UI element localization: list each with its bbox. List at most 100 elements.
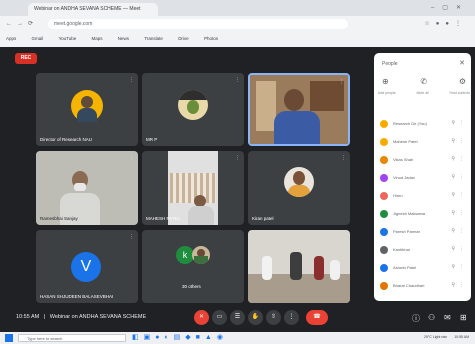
- panel-action-labels: Add people Mute all Host controls: [378, 91, 470, 95]
- more-icon[interactable]: ⚲⋮: [451, 174, 468, 180]
- more-icon[interactable]: ⚲⋮: [451, 210, 468, 216]
- participant-row[interactable]: Paresh Parmar ⚲⋮: [380, 227, 468, 237]
- avatar-letter: V: [71, 252, 101, 282]
- camera-button[interactable]: ▭: [212, 310, 227, 325]
- extension-icons[interactable]: ☆●●⋮: [424, 20, 467, 27]
- participant-avatar: [380, 282, 388, 290]
- bookmark-item[interactable]: YouTube: [59, 32, 77, 46]
- video-tile[interactable]: ⋮ Director of Research NAU: [36, 73, 138, 146]
- participant-row[interactable]: Mahesh Patel ⚲⋮: [380, 137, 468, 147]
- participant-name: Ramesbhai Sanjay: [40, 216, 78, 221]
- mic-icon: ⋮: [341, 155, 346, 161]
- participant-name: MR P: [146, 137, 158, 142]
- more-icon[interactable]: ⚲⋮: [451, 246, 468, 252]
- participant-name: Vikas Shah: [393, 157, 414, 162]
- avatar: [192, 246, 210, 264]
- bookmark-item[interactable]: Maps: [92, 32, 103, 46]
- participant-name: Bharat Chaudhari: [393, 283, 425, 288]
- participant-name: Paresh Parmar: [393, 229, 420, 234]
- participant-avatar: [380, 156, 388, 164]
- video-tile[interactable]: ⋮ MR P: [142, 73, 244, 146]
- participant-avatar: [380, 138, 388, 146]
- participant-row[interactable]: Research Dir (You) ⚲⋮: [380, 119, 468, 129]
- windows-start-icon[interactable]: [5, 334, 13, 342]
- chat-icon[interactable]: ✉: [444, 313, 451, 322]
- participant-row[interactable]: Kantibhai ⚲⋮: [380, 245, 468, 255]
- more-icon[interactable]: ⚲⋮: [451, 264, 468, 270]
- video-tile[interactable]: ⋮ MAHESH PATEL: [142, 151, 244, 225]
- add-people-label[interactable]: Add people: [378, 91, 396, 95]
- participant-row[interactable]: Bharat Chaudhari ⚲⋮: [380, 281, 468, 291]
- tab-strip: Webinar on ANDHA SEVANA SCHEME — Meet –▢…: [0, 0, 475, 16]
- recording-badge: REC: [15, 53, 37, 64]
- activities-icon[interactable]: ⊞: [460, 313, 467, 322]
- browser-tab[interactable]: Webinar on ANDHA SEVANA SCHEME — Meet: [28, 3, 158, 16]
- more-icon[interactable]: ⚲⋮: [451, 120, 468, 126]
- participant-row[interactable]: Vinod Jadav ⚲⋮: [380, 173, 468, 183]
- participant-row[interactable]: Hiren ⚲⋮: [380, 191, 468, 201]
- more-icon[interactable]: ⚲⋮: [451, 192, 468, 198]
- mic-icon: ⋮: [129, 234, 134, 240]
- participant-name: HASAN SHJUDEEN BALASEVBHAI: [40, 294, 114, 299]
- separator: |: [43, 314, 46, 320]
- bookmark-item[interactable]: Drive: [178, 32, 189, 46]
- people-icon[interactable]: ⚇: [428, 313, 435, 322]
- bookmark-item[interactable]: News: [118, 32, 129, 46]
- mute-all-icon[interactable]: ✆: [420, 77, 427, 86]
- meeting-title: Webinar on ANDHA SEVANA SCHEME: [49, 314, 147, 320]
- add-people-icon[interactable]: ⊕: [382, 77, 389, 86]
- tray-clock: 10:55 AM: [454, 335, 469, 339]
- participant-row[interactable]: Jignesh Makwana ⚲⋮: [380, 209, 468, 219]
- participant-name: Kiran patel: [252, 216, 274, 221]
- mic-icon: ⋮: [129, 155, 134, 161]
- more-icon[interactable]: ⚲⋮: [451, 282, 468, 288]
- browser-chrome: Webinar on ANDHA SEVANA SCHEME — Meet –▢…: [0, 0, 475, 47]
- others-count: 30 others: [182, 284, 201, 289]
- participant-name: Kantibhai: [393, 247, 410, 252]
- address-bar[interactable]: meet.google.com: [48, 19, 348, 29]
- participant-avatar: [380, 246, 388, 254]
- mic-icon: ⋮: [339, 79, 344, 85]
- panel-action-icons: ⊕ ✆ ⚙: [382, 77, 466, 86]
- window-controls[interactable]: –▢✕: [431, 4, 469, 11]
- participant-row[interactable]: Vikas Shah ⚲⋮: [380, 155, 468, 165]
- host-controls-icon[interactable]: ⚙: [459, 77, 466, 86]
- close-icon[interactable]: ✕: [459, 59, 465, 67]
- avatar: [284, 167, 314, 197]
- participant-name: Mahesh Patel: [393, 139, 418, 144]
- mute-all-label[interactable]: Mute all: [417, 91, 429, 95]
- host-controls-label[interactable]: Host controls: [450, 91, 470, 95]
- video-tile-active-speaker[interactable]: ⋮: [248, 73, 350, 146]
- video-tile[interactable]: V ⋮ HASAN SHJUDEEN BALASEVBHAI: [36, 230, 138, 303]
- more-options-button[interactable]: ⋮: [284, 310, 299, 325]
- taskbar-search[interactable]: Type here to search: [18, 334, 126, 342]
- captions-button[interactable]: ☰: [230, 310, 245, 325]
- participant-avatar: [380, 264, 388, 272]
- participant-row[interactable]: Ashwin Patel ⚲⋮: [380, 263, 468, 273]
- info-icon[interactable]: ⓘ: [412, 313, 420, 324]
- video-tile[interactable]: [248, 230, 350, 303]
- present-button[interactable]: ⇧: [266, 310, 281, 325]
- nav-icons[interactable]: ←→⟳: [6, 20, 38, 27]
- more-icon[interactable]: ⚲⋮: [451, 138, 468, 144]
- leave-call-button[interactable]: ☎: [306, 310, 328, 325]
- raise-hand-button[interactable]: ✋: [248, 310, 263, 325]
- participant-name: Jignesh Makwana: [393, 211, 426, 216]
- people-panel: People ✕ ⊕ ✆ ⚙ Add people Mute all Host …: [374, 53, 471, 301]
- mic-off-button[interactable]: ✕: [194, 310, 209, 325]
- avatar: [71, 90, 103, 122]
- bookmark-item[interactable]: Apps: [6, 32, 16, 46]
- more-icon[interactable]: ⚲⋮: [451, 228, 468, 234]
- video-tile[interactable]: ⋮ Kiran patel: [248, 151, 350, 225]
- panel-title: People: [382, 61, 398, 67]
- participant-name: MAHESH PATEL: [146, 216, 181, 221]
- more-icon[interactable]: ⚲⋮: [451, 156, 468, 162]
- bookmark-item[interactable]: Gmail: [32, 32, 44, 46]
- bookmark-item[interactable]: Photos: [204, 32, 218, 46]
- participant-avatar: [380, 228, 388, 236]
- video-tile[interactable]: ⋮ Ramesbhai Sanjay: [36, 151, 138, 225]
- video-tile-others[interactable]: K 30 others: [142, 230, 244, 303]
- bookmark-item[interactable]: Translate: [144, 32, 163, 46]
- taskbar-app-icons[interactable]: ◧▣●◐▤◆■▲◉: [132, 333, 228, 341]
- participant-name: Ashwin Patel: [393, 265, 417, 270]
